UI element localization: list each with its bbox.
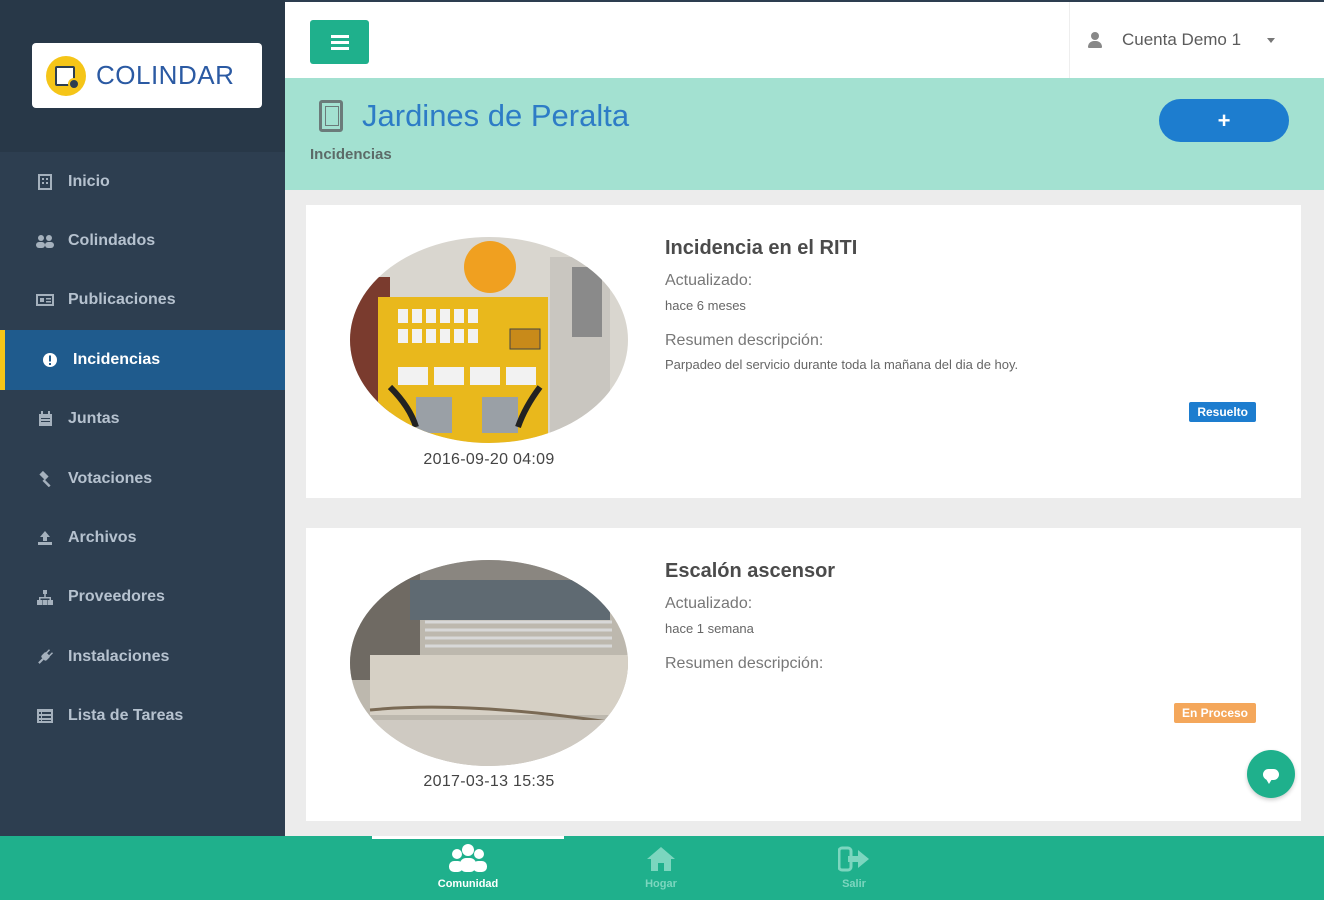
- status-badge: En Proceso: [1173, 703, 1256, 723]
- incident-title[interactable]: Incidencia en el RITI: [665, 237, 857, 260]
- updated-value: hace 6 meses: [665, 298, 746, 313]
- tab-hogar[interactable]: Hogar: [565, 842, 757, 890]
- building-icon: [319, 100, 343, 132]
- newspaper-icon: [36, 291, 54, 309]
- incident-card[interactable]: 2017-03-13 15:35 Escalón ascensor Actual…: [306, 528, 1301, 821]
- bottom-nav: Comunidad Hogar Salir: [0, 836, 1324, 900]
- plug-icon: [36, 648, 54, 666]
- tab-comunidad[interactable]: Comunidad: [372, 842, 564, 890]
- community-icon: [448, 842, 488, 876]
- account-menu[interactable]: Cuenta Demo 1: [1069, 2, 1324, 78]
- caret-down-icon: [1267, 37, 1276, 43]
- summary-label: Resumen descripción:: [665, 332, 824, 349]
- sidebar-item-proveedores[interactable]: Proveedores: [0, 568, 285, 627]
- tab-label: Hogar: [645, 878, 677, 890]
- top-bar: Cuenta Demo 1: [285, 0, 1324, 78]
- users-icon: [36, 232, 54, 250]
- sidebar-item-label: Lista de Tareas: [68, 707, 184, 725]
- incident-title[interactable]: Escalón ascensor: [665, 560, 835, 583]
- chat-button[interactable]: [1247, 750, 1295, 798]
- logo[interactable]: COLINDAR: [32, 43, 262, 108]
- active-tab-indicator: [372, 836, 564, 839]
- page-header: Jardines de Peralta Incidencias +: [285, 78, 1324, 190]
- gavel-icon: [36, 470, 54, 488]
- user-icon: [1088, 32, 1102, 48]
- list-icon: [36, 707, 54, 725]
- sidebar-item-juntas[interactable]: Juntas: [0, 390, 285, 449]
- incident-photo[interactable]: [350, 560, 628, 766]
- summary-value: Parpadeo del servicio durante toda la ma…: [665, 357, 1019, 372]
- hamburger-icon: [330, 34, 349, 38]
- tab-label: Comunidad: [437, 878, 499, 890]
- add-incident-button[interactable]: +: [1159, 99, 1289, 142]
- incident-date: 2017-03-13 15:35: [423, 773, 555, 790]
- tab-label: Salir: [842, 878, 866, 890]
- sidebar-item-label: Juntas: [68, 410, 120, 428]
- incident-photo[interactable]: [350, 237, 628, 443]
- updated-value: hace 1 semana: [665, 621, 754, 636]
- sidebar-item-label: Votaciones: [68, 469, 153, 487]
- sidebar-nav: Inicio Colindados Publicaciones Incidenc…: [0, 152, 285, 746]
- exclamation-circle-icon: [41, 351, 59, 369]
- updated-label: Actualizado:: [665, 272, 753, 289]
- logout-icon: [838, 842, 870, 876]
- sidebar-item-incidencias[interactable]: Incidencias: [0, 330, 285, 390]
- sidebar-item-publicaciones[interactable]: Publicaciones: [0, 271, 285, 330]
- incident-date: 2016-09-20 04:09: [423, 451, 555, 468]
- status-badge: Resuelto: [1189, 402, 1256, 422]
- sitemap-icon: [36, 588, 54, 606]
- sidebar-item-votaciones[interactable]: Votaciones: [0, 449, 285, 508]
- calendar-icon: [36, 410, 54, 428]
- home-icon: [646, 842, 676, 876]
- upload-icon: [36, 529, 54, 547]
- account-name: Cuenta Demo 1: [1122, 30, 1242, 49]
- sidebar-item-inicio[interactable]: Inicio: [0, 152, 285, 211]
- chat-icon: [1263, 768, 1279, 784]
- tab-salir[interactable]: Salir: [758, 842, 950, 890]
- sidebar: COLINDAR Inicio Colindados Publicaciones: [0, 0, 285, 836]
- sidebar-item-archivos[interactable]: Archivos: [0, 508, 285, 567]
- sidebar-item-label: Proveedores: [68, 588, 165, 606]
- sidebar-item-label: Inicio: [68, 172, 110, 190]
- sidebar-item-label: Publicaciones: [68, 291, 176, 309]
- sidebar-item-lista-de-tareas[interactable]: Lista de Tareas: [0, 687, 285, 746]
- building-icon: [36, 173, 54, 191]
- brand-name: COLINDAR: [96, 60, 235, 90]
- sidebar-item-instalaciones[interactable]: Instalaciones: [0, 627, 285, 686]
- breadcrumb: Incidencias: [310, 146, 392, 163]
- incident-card[interactable]: 2016-09-20 04:09 Incidencia en el RITI A…: [306, 205, 1301, 498]
- logo-icon: [46, 55, 86, 96]
- page-title: Jardines de Peralta: [362, 98, 630, 133]
- sidebar-item-label: Incidencias: [73, 350, 161, 368]
- brand-area: COLINDAR: [0, 0, 285, 152]
- menu-toggle-button[interactable]: [310, 20, 369, 64]
- sidebar-item-colindados[interactable]: Colindados: [0, 211, 285, 270]
- sidebar-item-label: Colindados: [68, 232, 156, 250]
- summary-label: Resumen descripción:: [665, 655, 824, 672]
- sidebar-item-label: Instalaciones: [68, 647, 170, 665]
- sidebar-item-label: Archivos: [68, 529, 137, 547]
- updated-label: Actualizado:: [665, 595, 753, 612]
